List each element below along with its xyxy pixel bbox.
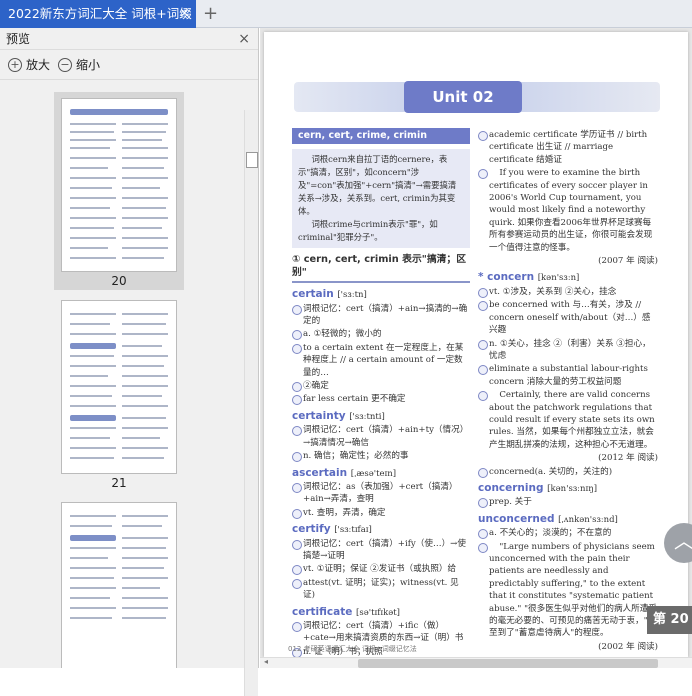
definition-line: 词根记忆：cert（搞清）+ify（使…）→使搞楚→证明: [292, 538, 470, 563]
word-entry-title: concerning [kən'sɜːnɪŋ]: [478, 482, 658, 495]
definition-line: ②确定: [292, 380, 470, 393]
word-phonetic: ['sɜːtɪfaɪ]: [334, 525, 372, 536]
zoom-out-button[interactable]: − 缩小: [58, 56, 100, 73]
definition-line: attest(vt. 证明；证实)；witness(vt. 见证): [292, 577, 470, 602]
definition-line: n. 确信；确定性；必然的事: [292, 450, 470, 463]
word-phonetic: ['sɜːtn]: [337, 290, 367, 301]
thumbnail-list: 20 21: [0, 82, 244, 668]
zoom-toolbar: + 放大 − 缩小: [0, 50, 258, 80]
word-phonetic: [ˌʌnkən'sɜːnd]: [558, 514, 618, 525]
root-explanation-text: 词根crime与crimin表示"罪"，如criminal"犯罪分子"。: [298, 219, 438, 243]
tab-close-icon[interactable]: ×: [179, 0, 190, 28]
horizontal-scrollbar[interactable]: ◂: [260, 657, 692, 668]
word-phonetic: [sə'tɪfɪkət]: [356, 607, 400, 618]
definition-line: 词根记忆：as（表加强）+cert（搞清）+ain→弄清，查明: [292, 481, 470, 506]
tab-title: 2022新东方词汇大全 词根+词缀: [8, 6, 192, 21]
thumbnail-label: 21: [111, 476, 127, 490]
page-indicator: 第 20: [647, 606, 692, 634]
definition-line: prep. 关于: [478, 496, 658, 509]
thumbnail-page-22[interactable]: [54, 496, 184, 668]
definition-line: vt. ①证明；保证 ②发证书（或执照）给: [292, 563, 470, 576]
word-headword: certain: [292, 288, 334, 301]
word-entry-title: certainty ['sɜːtnti]: [292, 410, 470, 423]
definition-line: vt. 查明，弄清，确定: [292, 507, 470, 520]
exam-year: (2007 年 阅读): [598, 256, 658, 267]
page-number: 012: [288, 645, 302, 653]
word-phonetic: ['sɜːtnti]: [349, 411, 385, 422]
word-headword: concerning: [478, 481, 544, 494]
exam-year: (2002 年 阅读): [598, 641, 658, 652]
word-headword: certify: [292, 523, 331, 536]
word-entry-title: ascertain [ˌæsə'teɪn]: [292, 467, 470, 480]
right-column: academic certificate 学历证书 // birth certi…: [478, 128, 658, 653]
page-footer: 012 考研英语词汇大全 词根+词缀记忆法: [288, 644, 417, 654]
unit-title: Unit 02: [404, 81, 522, 113]
horizontal-scroll-thumb[interactable]: [358, 659, 658, 668]
definition-line: a. ①轻微的；微小的: [292, 328, 470, 341]
zoom-in-icon: +: [8, 57, 22, 72]
word-headword: certificate: [292, 605, 353, 618]
word-entry-title: certain ['sɜːtn]: [292, 288, 470, 301]
word-phonetic: [kən'sɜːn]: [537, 273, 580, 284]
definition-line: academic certificate 学历证书 // birth certi…: [478, 129, 658, 166]
word-headword: ascertain: [292, 466, 348, 479]
footer-text: 考研英语词汇大全 词根+词缀记忆法: [303, 645, 417, 653]
sidebar-scroll-thumb[interactable]: [246, 152, 258, 168]
new-tab-button[interactable]: +: [203, 3, 218, 25]
example-sentence: If you were to examine the birth certifi…: [478, 167, 658, 254]
thumbnail-page-20[interactable]: 20: [54, 92, 184, 290]
document-viewer: Unit 02 cern, cert, crime, crimin 词根cern…: [260, 28, 692, 668]
thumbnail-image: [61, 502, 177, 668]
definition-line: 词根记忆：cert（搞清）+ain+ty（情况）→搞清情况→确信: [292, 424, 470, 449]
word-phonetic: [ˌæsə'teɪn]: [350, 468, 397, 479]
word-entry-title: unconcerned [ˌʌnkən'sɜːnd]: [478, 513, 658, 526]
word-headword: unconcerned: [478, 512, 555, 525]
definition-line: eliminate a substantial labour-rights co…: [478, 363, 658, 388]
definition-line: 词根记忆：cert（搞清）+ific（做）+cate→用来搞清资质的东西→证（明…: [292, 620, 470, 645]
zoom-out-label: 缩小: [76, 58, 101, 72]
word-headword: certainty: [292, 409, 346, 422]
root-header-title: cern, cert, crime, crimin: [292, 128, 470, 145]
zoom-in-button[interactable]: + 放大: [8, 56, 50, 73]
thumbnail-image: [61, 300, 177, 474]
definition-line: vt. ①涉及，关系到 ②关心，挂念: [478, 286, 658, 299]
sidebar-scrollbar[interactable]: [244, 110, 258, 696]
root-explanation: 词根cern来自拉丁语的cernere，表示"搞清，区别"，如concern"涉…: [292, 149, 470, 249]
definition-line: a. 不关心的；淡漠的；不在意的: [478, 527, 658, 540]
sidebar-close-icon[interactable]: ×: [238, 28, 250, 50]
sidebar-header: 预览 ×: [0, 28, 258, 50]
definition-line: n. ①关心，挂念 ②（利害）关系 ③担心，忧虑: [478, 338, 658, 363]
zoom-in-label: 放大: [26, 58, 51, 72]
exam-year: (2012 年 阅读): [598, 453, 658, 464]
zoom-out-icon: −: [58, 57, 73, 72]
document-tab[interactable]: 2022新东方词汇大全 词根+词缀 ×: [0, 0, 196, 28]
thumbnail-image: [61, 98, 177, 272]
document-page: Unit 02 cern, cert, crime, crimin 词根cern…: [264, 32, 688, 657]
preview-sidebar: 预览 × + 放大 − 缩小 20 21: [0, 28, 259, 696]
example-sentence: "Large numbers of physicians seem unconc…: [478, 541, 658, 640]
word-entry-title: certify ['sɜːtɪfaɪ]: [292, 523, 470, 536]
thumbnail-page-21[interactable]: 21: [54, 294, 184, 494]
word-headword: * concern: [478, 271, 535, 284]
scroll-left-icon[interactable]: ◂: [264, 657, 268, 666]
tab-bar: 2022新东方词汇大全 词根+词缀 × +: [0, 0, 692, 28]
sidebar-title: 预览: [6, 32, 31, 46]
thumbnail-label: 20: [111, 274, 127, 288]
example-sentence: Certainly, there are valid concerns abou…: [478, 389, 658, 451]
definition-line: concerned(a. 关切的，关注的): [478, 466, 658, 478]
definition-line: far less certain 更不确定: [292, 393, 470, 406]
section-title: ① cern, cert, crimin 表示"搞清；区别": [292, 254, 470, 284]
left-column: cern, cert, crime, crimin 词根cern来自拉丁语的ce…: [292, 128, 470, 657]
word-entry-title: certificate [sə'tɪfɪkət]: [292, 606, 470, 619]
word-phonetic: [kən'sɜːnɪŋ]: [547, 483, 598, 494]
word-entry-title: * concern [kən'sɜːn]: [478, 271, 658, 284]
definition-line: be concerned with 与…有关，涉及 // concern one…: [478, 299, 658, 336]
definition-line: to a certain extent 在一定程度上，在某种程度上 // a c…: [292, 342, 470, 379]
definition-line: 词根记忆：cert（搞清）+ain→搞清的→确定的: [292, 303, 470, 328]
root-explanation-text: 词根cern来自拉丁语的cernere，表示"搞清，区别"，如concern"涉…: [298, 154, 457, 217]
